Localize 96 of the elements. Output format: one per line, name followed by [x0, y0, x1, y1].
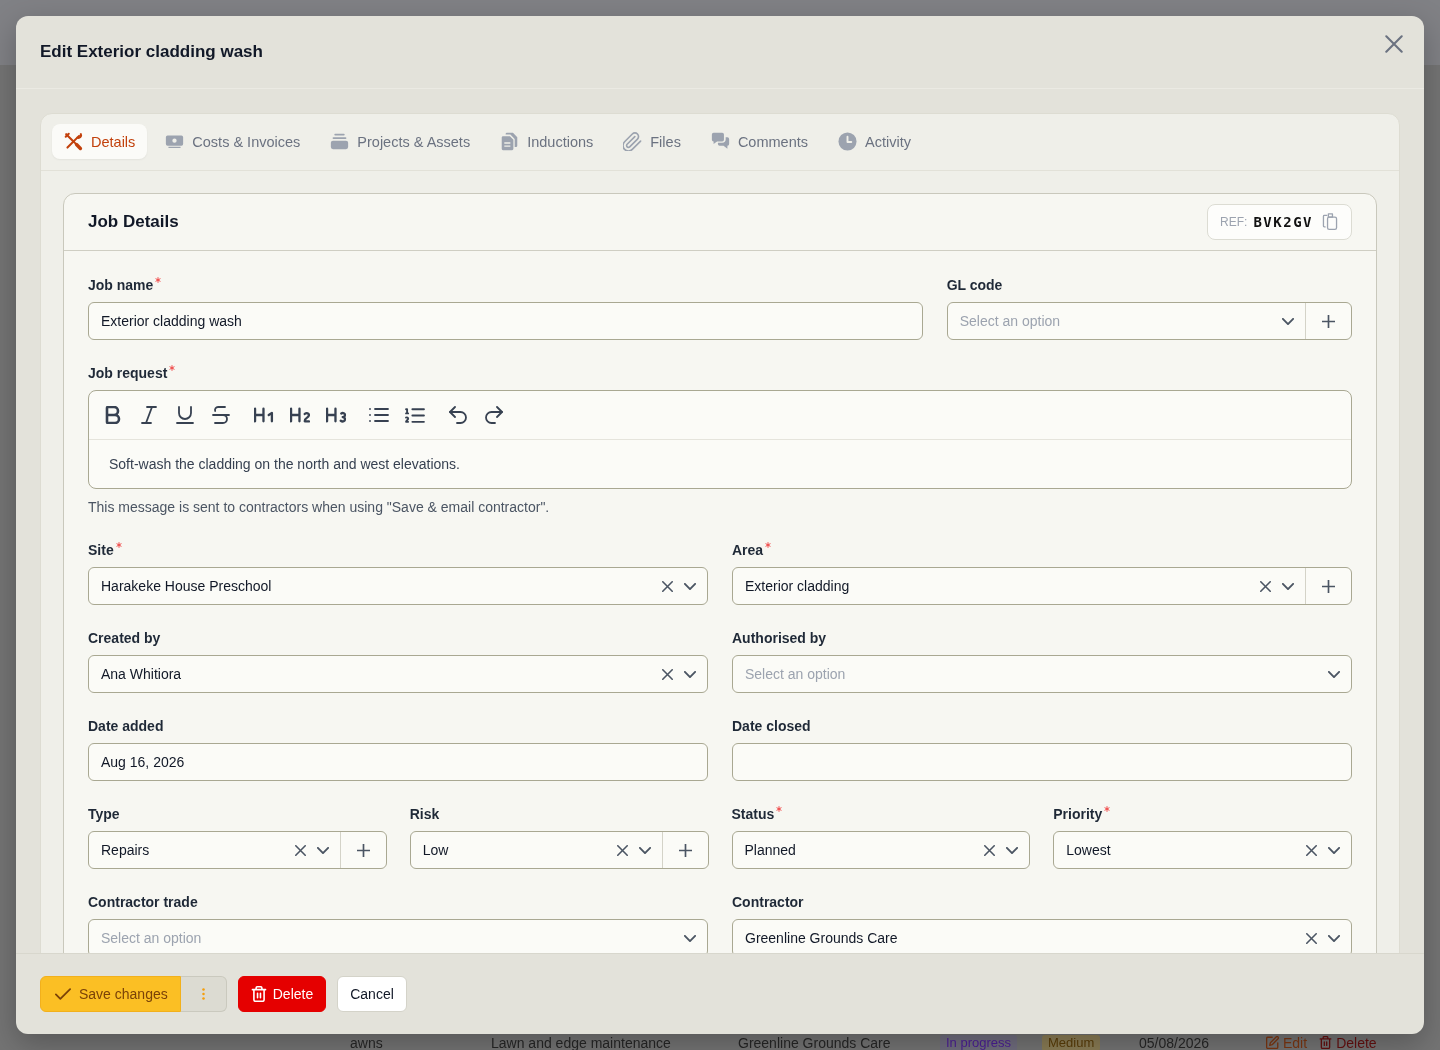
close-button[interactable] [1382, 32, 1406, 56]
select-field[interactable]: Ana Whitiora [88, 655, 708, 693]
select-field[interactable]: Repairs [88, 831, 387, 869]
chevron-down-icon [684, 582, 696, 590]
table-cell-text: Lawn and edge maintenance [491, 1034, 672, 1050]
tab[interactable]: Activity [826, 124, 923, 159]
plus-icon [1322, 579, 1335, 593]
tab[interactable]: Inductions [488, 124, 606, 159]
input-field[interactable]: Exterior cladding wash [88, 302, 923, 340]
chat-bubbles-icon [710, 132, 730, 151]
field-label: GL code [946, 276, 1003, 294]
bullet-list-icon[interactable] [369, 406, 389, 424]
field-label: Date closed [732, 717, 811, 735]
chevron-down-icon [1328, 934, 1340, 942]
input-field[interactable] [732, 743, 1352, 781]
field-label: Date added [88, 717, 164, 735]
plus-icon [1322, 314, 1335, 328]
trash-icon [1319, 1036, 1333, 1049]
field-label: Risk [409, 805, 440, 823]
edit-icon [1266, 1036, 1279, 1049]
italic-icon[interactable] [139, 406, 159, 424]
input-field[interactable]: Aug 16, 2026 [88, 743, 708, 781]
table-cell-text: awns [350, 1034, 384, 1050]
select-field[interactable]: Planned [731, 831, 1031, 869]
field-label: Type [88, 805, 120, 823]
plus-icon [678, 843, 692, 857]
priority-badge: Medium [1042, 1035, 1101, 1050]
trash-icon [250, 986, 267, 1002]
documents-icon [500, 132, 520, 151]
table-cell-text: Greenline Grounds Care [738, 1034, 892, 1050]
chevron-down-icon [1282, 317, 1294, 325]
tab[interactable]: Details [52, 124, 148, 159]
reference-label: REF: [1220, 215, 1248, 229]
tab[interactable]: Comments [698, 124, 820, 159]
clear-icon[interactable] [662, 668, 673, 680]
field-label: Contractor [732, 893, 804, 911]
clear-icon[interactable] [662, 580, 673, 592]
save-button[interactable]: Save changes [40, 976, 181, 1012]
status-badge: In progress [940, 1035, 1018, 1050]
cancel-button[interactable]: Cancel [337, 976, 407, 1012]
field-label: Area [732, 541, 764, 559]
chevron-down-icon [1282, 582, 1294, 590]
field-label: Status [731, 805, 775, 823]
stack-icon [330, 132, 350, 151]
clear-icon[interactable] [1260, 580, 1271, 592]
field-label: Job request [88, 364, 168, 382]
clear-icon[interactable] [616, 844, 628, 856]
clock-icon [838, 132, 857, 151]
plus-icon [356, 843, 370, 857]
check-icon [55, 986, 71, 1002]
card-title: Job Details [88, 212, 179, 232]
undo-icon[interactable] [448, 406, 468, 424]
reference-code: BVK2GV [1253, 214, 1313, 230]
redo-icon[interactable] [484, 406, 504, 424]
strikethrough-icon[interactable] [211, 406, 231, 424]
field-label: Authorised by [732, 629, 827, 647]
table-cell-text: 05/08/2026 [1139, 1034, 1211, 1050]
select-field[interactable]: Exterior cladding [732, 567, 1352, 605]
banknote-icon [165, 132, 185, 151]
clear-icon[interactable] [984, 844, 996, 856]
clear-icon[interactable] [1306, 844, 1317, 856]
chevron-down-icon [684, 670, 696, 678]
more-icon [201, 988, 205, 1000]
clear-icon[interactable] [294, 844, 306, 856]
tools-icon [64, 132, 83, 151]
underline-icon[interactable] [175, 406, 195, 424]
numbered-list-icon[interactable] [405, 406, 425, 424]
field-label: Contractor trade [88, 893, 198, 911]
editor-content[interactable]: Soft-wash the cladding on the north and west elevations. [89, 440, 1351, 488]
help-text: This message is sent to contractors when using "Save & email contractor". [88, 498, 551, 517]
paperclip-icon [623, 132, 643, 151]
heading-2-icon[interactable] [290, 406, 310, 424]
clear-icon[interactable] [1306, 932, 1317, 944]
heading-3-icon[interactable] [326, 406, 346, 424]
chevron-down-icon [1328, 846, 1340, 854]
close-icon [1385, 35, 1403, 53]
select-field[interactable]: Harakeke House Preschool [88, 567, 708, 605]
tab[interactable]: Costs & Invoices [153, 124, 313, 159]
chevron-down-icon [1328, 670, 1340, 678]
chevron-down-icon [638, 846, 651, 854]
field-label: Site [88, 541, 114, 559]
heading-1-icon[interactable] [254, 406, 274, 424]
tab[interactable]: Projects & Assets [318, 124, 483, 159]
delete-button[interactable]: Delete [237, 976, 327, 1012]
select-field[interactable]: Lowest [1053, 831, 1352, 869]
field-label: Created by [88, 629, 161, 647]
chevron-down-icon [684, 934, 696, 942]
chevron-down-icon [316, 846, 329, 854]
field-label: Job name [88, 276, 154, 294]
field-label: Priority [1053, 805, 1103, 823]
select-field[interactable]: Greenline Grounds Care [732, 919, 1352, 953]
bold-icon[interactable] [103, 406, 123, 424]
select-field[interactable]: Low [409, 831, 709, 869]
chevron-down-icon [1006, 846, 1019, 854]
tab[interactable]: Files [611, 124, 693, 159]
dialog-title: Edit Exterior cladding wash [40, 42, 263, 62]
